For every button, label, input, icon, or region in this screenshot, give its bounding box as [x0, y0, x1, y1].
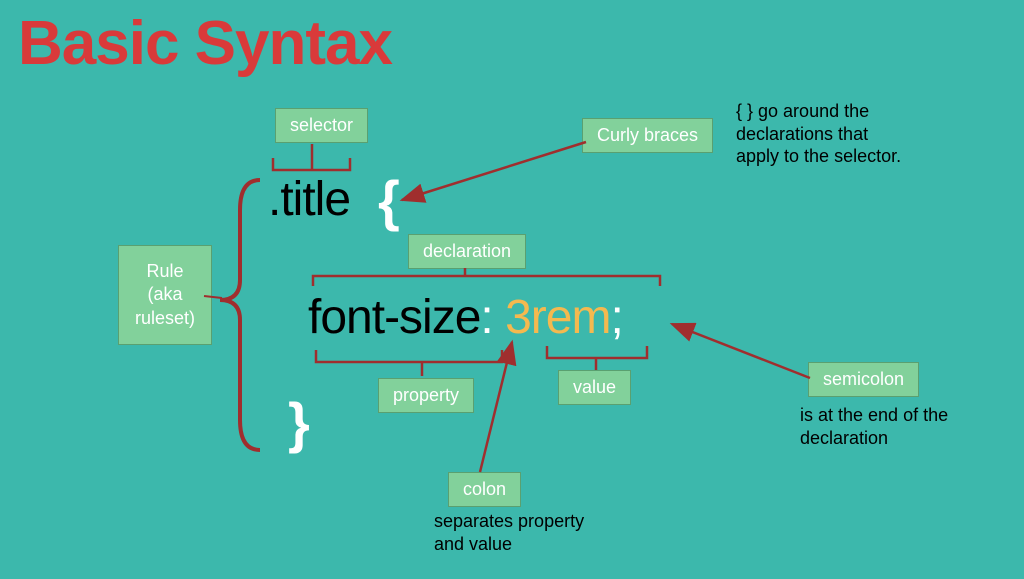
code-colon: : [480, 291, 492, 344]
selector-label: selector [275, 108, 368, 143]
value-label: value [558, 370, 631, 405]
code-declaration: font-size: 3rem; [308, 290, 623, 345]
rule-label: Rule (aka ruleset) [118, 245, 212, 345]
property-label: property [378, 378, 474, 413]
semicolon-label: semicolon [808, 362, 919, 397]
page-title: Basic Syntax [18, 8, 392, 79]
curly-braces-label: Curly braces [582, 118, 713, 153]
semicolon-description: is at the end of the declaration [800, 404, 1000, 449]
curly-braces-description: { } go around the declarations that appl… [736, 100, 966, 168]
code-property: font-size [308, 291, 480, 344]
rule-label-text: Rule (aka ruleset) [135, 261, 195, 328]
code-selector: .title [268, 172, 350, 227]
colon-label: colon [448, 472, 521, 507]
colon-description: separates property and value [434, 510, 654, 555]
declaration-label: declaration [408, 234, 526, 269]
code-open-brace: { [378, 168, 400, 233]
code-value: 3rem [493, 291, 611, 344]
code-semicolon: ; [610, 291, 622, 344]
code-close-brace: } [288, 390, 310, 455]
